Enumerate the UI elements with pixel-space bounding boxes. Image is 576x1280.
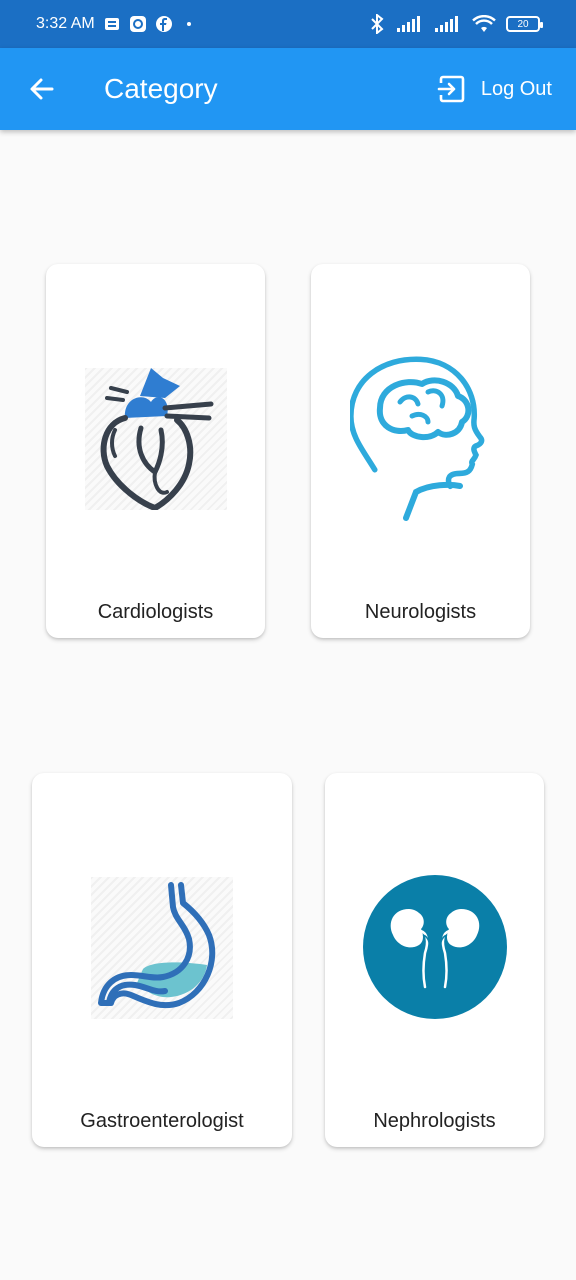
status-bar: 3:32 AM 20 xyxy=(0,0,576,48)
status-right: 20 xyxy=(368,14,543,34)
logout-label: Log Out xyxy=(480,77,552,100)
category-label: Cardiologists xyxy=(97,601,214,623)
battery-level: 20 xyxy=(517,18,529,30)
signal-icon xyxy=(396,15,424,33)
category-card-gastroenterologist[interactable]: Gastroenterologist xyxy=(32,773,292,1147)
logout-icon xyxy=(437,75,465,103)
notification-icon xyxy=(103,15,121,33)
category-card-cardiologists[interactable]: Cardiologists xyxy=(46,264,265,638)
battery-icon: 20 xyxy=(506,16,543,32)
category-label: Nephrologists xyxy=(373,1110,496,1132)
status-time: 3:32 AM xyxy=(36,15,95,32)
bluetooth-icon xyxy=(368,14,386,34)
kidney-icon xyxy=(362,875,507,1019)
logout-button[interactable]: Log Out xyxy=(437,74,552,104)
stomach-icon xyxy=(91,877,233,1019)
status-left: 3:32 AM xyxy=(36,15,191,33)
category-card-neurologists[interactable]: Neurologists xyxy=(311,264,530,638)
signal-icon-2 xyxy=(434,15,462,33)
category-label: Gastroenterologist xyxy=(80,1110,244,1132)
brain-icon xyxy=(347,352,492,522)
heart-icon xyxy=(84,368,227,512)
arrow-left-icon xyxy=(30,78,54,100)
category-label: Neurologists xyxy=(364,601,477,623)
wifi-icon xyxy=(472,15,496,33)
facebook-icon xyxy=(155,15,173,33)
page-title: Category xyxy=(104,73,218,104)
more-notifications-dot xyxy=(186,22,191,26)
app-notification-icon xyxy=(129,15,147,33)
app-bar: Category Log Out xyxy=(0,48,576,130)
category-card-nephrologists[interactable]: Nephrologists xyxy=(325,773,544,1147)
back-button[interactable] xyxy=(14,61,70,117)
